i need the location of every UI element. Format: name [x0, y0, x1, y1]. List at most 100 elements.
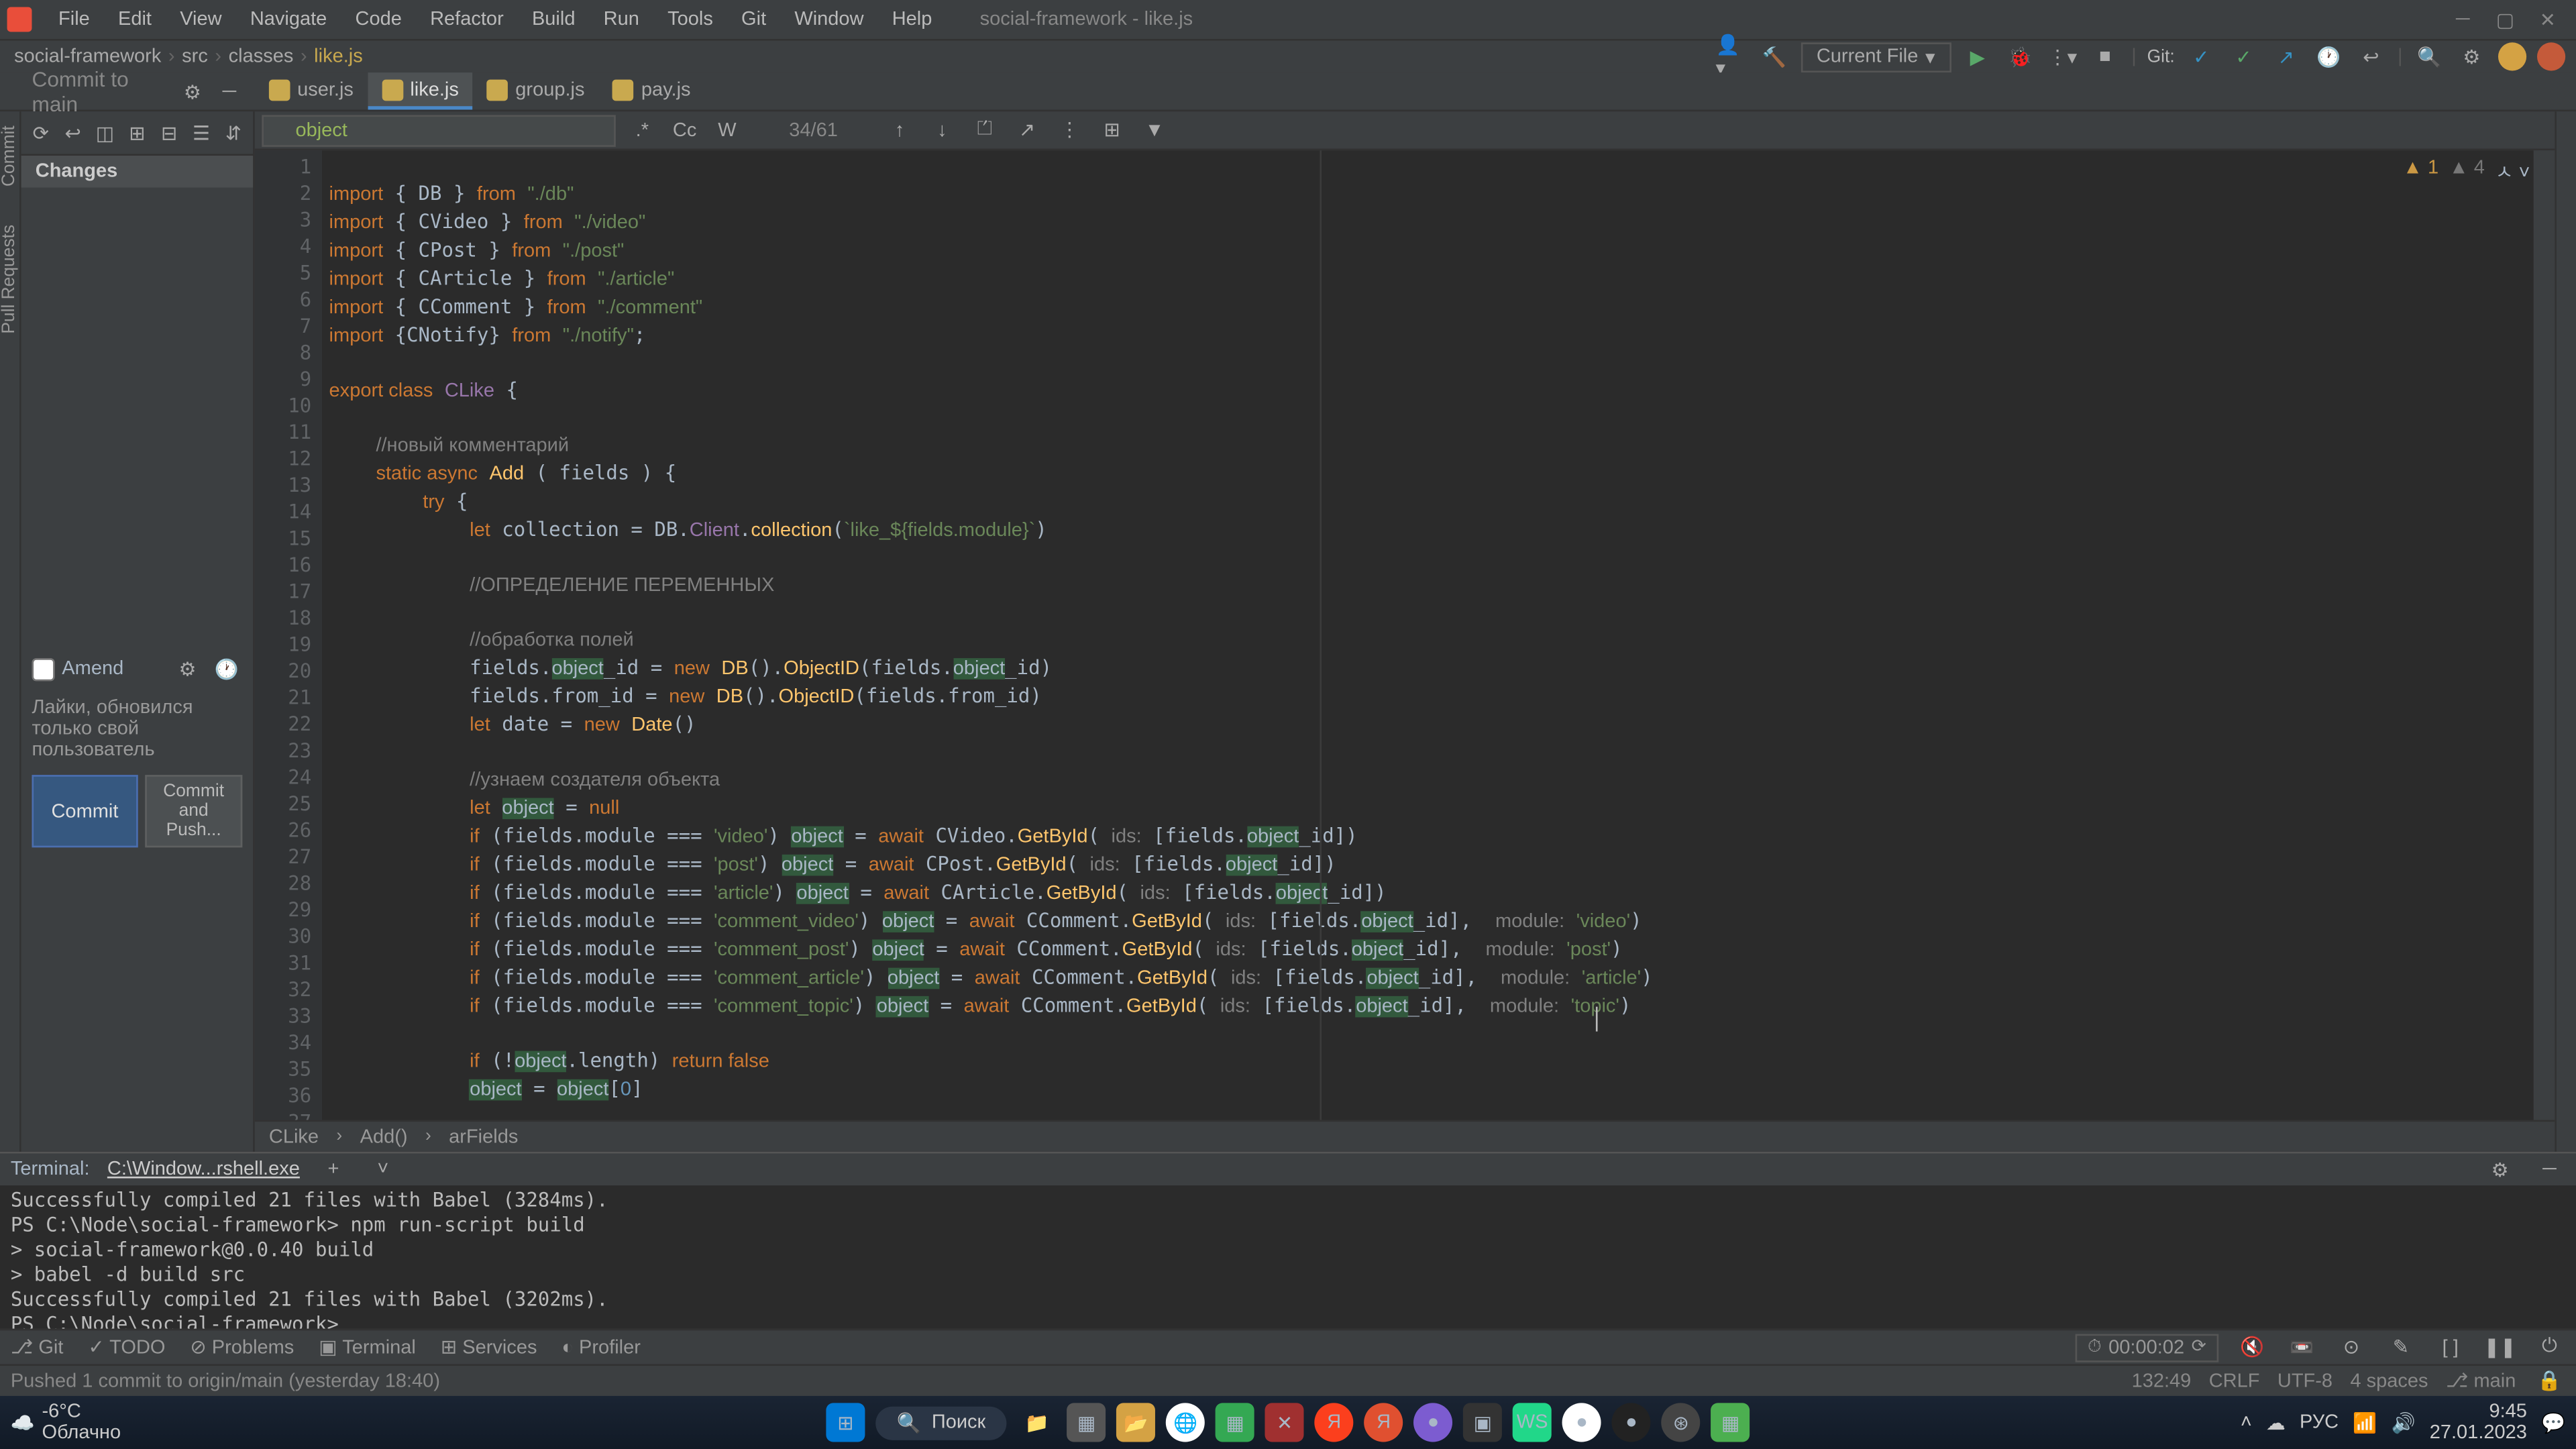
- cwm-avatar[interactable]: [2498, 42, 2526, 70]
- maximize-button[interactable]: ▢: [2484, 5, 2526, 34]
- taskbar-app-1[interactable]: ▦: [1067, 1403, 1106, 1442]
- find-more-icon[interactable]: ⊞: [1096, 114, 1128, 146]
- find-filter-icon[interactable]: ⋮: [1054, 114, 1085, 146]
- bc-0[interactable]: CLike: [269, 1126, 319, 1148]
- run-config-selector[interactable]: Current File ▾: [1801, 42, 1951, 72]
- run-button[interactable]: ▶: [1962, 41, 1993, 72]
- git-branch[interactable]: ⎇ main: [2446, 1369, 2516, 1392]
- taskbar-app-2[interactable]: 📂: [1116, 1403, 1155, 1442]
- inspections-summary[interactable]: ▲ 1 ▲ 4 ㅅ ˅: [2403, 158, 2530, 186]
- menu-run[interactable]: Run: [591, 5, 651, 34]
- stop-button[interactable]: ■: [2089, 41, 2121, 72]
- line-separator[interactable]: CRLF: [2209, 1371, 2260, 1392]
- menu-help[interactable]: Help: [879, 5, 945, 34]
- group-icon[interactable]: ☰: [189, 117, 213, 148]
- menu-git[interactable]: Git: [729, 5, 779, 34]
- refresh-icon[interactable]: ⟳: [28, 117, 53, 148]
- tray-volume-icon[interactable]: 🔊: [2391, 1411, 2415, 1434]
- menu-view[interactable]: View: [168, 5, 234, 34]
- taskbar-app-7[interactable]: ●: [1562, 1403, 1601, 1442]
- menu-edit[interactable]: Edit: [106, 5, 164, 34]
- taskbar-app-10[interactable]: ▦: [1711, 1403, 1750, 1442]
- find-next-icon[interactable]: ↓: [926, 114, 958, 146]
- commit-hide-icon[interactable]: ─: [215, 76, 244, 107]
- commit-message[interactable]: Лайки, обновился только свой пользовател…: [21, 690, 253, 768]
- diff-icon[interactable]: ◫: [93, 117, 117, 148]
- search-everywhere-icon[interactable]: 🔍: [2413, 41, 2445, 72]
- tool-terminal[interactable]: ▣ Terminal: [319, 1336, 416, 1358]
- crumb-1[interactable]: src: [178, 46, 211, 68]
- tray-wifi-icon[interactable]: 📶: [2353, 1411, 2377, 1434]
- terminal-output[interactable]: Successfully compiled 21 files with Babe…: [0, 1185, 2576, 1341]
- msg-history-icon[interactable]: 🕐: [211, 653, 242, 684]
- menu-refactor[interactable]: Refactor: [418, 5, 517, 34]
- taskbar-app-4[interactable]: ✕: [1265, 1403, 1304, 1442]
- status-icon-1[interactable]: 🔇: [2237, 1332, 2268, 1363]
- menu-code[interactable]: Code: [343, 5, 414, 34]
- status-icon-3[interactable]: ⊙: [2335, 1332, 2367, 1363]
- status-icon-5[interactable]: [ ]: [2434, 1332, 2466, 1363]
- shelf-icon[interactable]: ⊟: [157, 117, 182, 148]
- find-funnel-icon[interactable]: ▼: [1138, 114, 1170, 146]
- error-stripe[interactable]: [2534, 150, 2555, 1120]
- commit-push-button[interactable]: Commit and Push...: [145, 775, 242, 847]
- tray-lang[interactable]: РУС: [2300, 1412, 2339, 1434]
- bc-2[interactable]: arFields: [449, 1126, 518, 1148]
- lock-icon[interactable]: 🔒: [2534, 1365, 2565, 1397]
- tray-time[interactable]: 9:45: [2430, 1401, 2527, 1423]
- user-icon[interactable]: 👤▾: [1716, 41, 1748, 72]
- taskbar-app-9[interactable]: ⊛: [1662, 1403, 1701, 1442]
- taskbar-app-8[interactable]: ●: [1612, 1403, 1651, 1442]
- menu-build[interactable]: Build: [519, 5, 587, 34]
- tray-date[interactable]: 27.01.2023: [2430, 1422, 2527, 1444]
- time-tracker[interactable]: ⏱ 00:00:02 ⟳: [2076, 1333, 2219, 1361]
- status-stop-icon[interactable]: ⏻: [2534, 1332, 2565, 1363]
- taskbar-app-6[interactable]: ●: [1414, 1403, 1453, 1442]
- find-input[interactable]: [262, 114, 615, 146]
- more-run-icon[interactable]: ⋮▾: [2047, 41, 2078, 72]
- tray-cloud-icon[interactable]: ☁: [2266, 1411, 2286, 1434]
- commit-button[interactable]: Commit: [32, 775, 138, 847]
- crumb-3[interactable]: like.js: [311, 46, 366, 68]
- tab-group-js[interactable]: group.js: [473, 72, 599, 109]
- rail-commit[interactable]: Commit: [0, 119, 19, 194]
- account-avatar[interactable]: [2537, 42, 2565, 70]
- regex-toggle[interactable]: .*: [627, 114, 658, 146]
- taskbar-explorer-icon[interactable]: 📁: [1018, 1403, 1057, 1442]
- caret-position[interactable]: 132:49: [2132, 1371, 2192, 1392]
- crumb-2[interactable]: classes: [225, 46, 297, 68]
- build-hammer-icon[interactable]: 🔨: [1758, 41, 1790, 72]
- taskbar-webstorm-icon[interactable]: WS: [1513, 1403, 1552, 1442]
- tool-services[interactable]: ⊞ Services: [441, 1336, 537, 1358]
- tray-notifications-icon[interactable]: 💬: [2541, 1411, 2565, 1434]
- taskbar-yandex-icon[interactable]: Я: [1315, 1403, 1354, 1442]
- find-new-window-icon[interactable]: ↗: [1011, 114, 1042, 146]
- tool-todo[interactable]: ✓ TODO: [88, 1336, 165, 1358]
- tray-chevron-icon[interactable]: ˄: [2241, 1412, 2252, 1434]
- commit-tab-label[interactable]: Commit to main: [32, 67, 170, 117]
- git-push-icon[interactable]: ↗: [2270, 41, 2302, 72]
- file-encoding[interactable]: UTF-8: [2277, 1371, 2332, 1392]
- commit-settings-icon[interactable]: ⚙: [178, 76, 207, 107]
- status-pause-icon[interactable]: ❚❚: [2484, 1332, 2516, 1363]
- close-button[interactable]: ✕: [2526, 5, 2569, 34]
- status-icon-2[interactable]: 📼: [2286, 1332, 2317, 1363]
- expand-icon[interactable]: ⇵: [221, 117, 246, 148]
- status-icon-4[interactable]: ✎: [2385, 1332, 2416, 1363]
- changelist-icon[interactable]: ⊞: [125, 117, 150, 148]
- msg-settings-icon[interactable]: ⚙: [172, 653, 203, 684]
- terminal-new-tab-icon[interactable]: +: [317, 1154, 349, 1185]
- tool-problems[interactable]: ⊘ Problems: [190, 1336, 294, 1358]
- taskbar-app-5[interactable]: Я: [1364, 1403, 1403, 1442]
- tab-pay-js[interactable]: pay.js: [599, 72, 705, 109]
- terminal-hide-icon[interactable]: ─: [2534, 1154, 2565, 1185]
- git-rollback-icon[interactable]: ↩: [2355, 41, 2387, 72]
- tab-user-js[interactable]: user.js: [255, 72, 368, 109]
- git-update-icon[interactable]: ✓: [2186, 41, 2217, 72]
- settings-button[interactable]: ⚙: [2456, 41, 2487, 72]
- start-button[interactable]: ⊞: [826, 1403, 865, 1442]
- terminal-settings-icon[interactable]: ⚙: [2484, 1154, 2516, 1185]
- find-select-all-icon[interactable]: ⏍: [969, 114, 1000, 146]
- amend-checkbox[interactable]: [32, 657, 54, 680]
- taskbar-search[interactable]: 🔍 Поиск: [875, 1405, 1007, 1439]
